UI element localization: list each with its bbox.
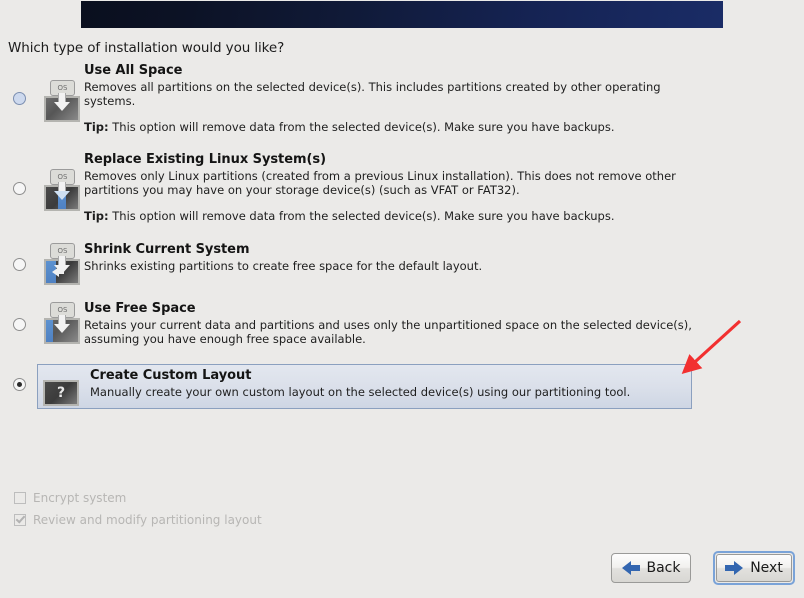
radio-cell[interactable] — [0, 63, 38, 105]
option-title: Shrink Current System — [84, 242, 250, 257]
option-description: Shrinks existing partitions to create fr… — [84, 259, 483, 273]
option-row-use-free-space[interactable]: OS Use Free Space Retains your current d… — [0, 301, 804, 346]
checkbox-row-review-modify-partitioning[interactable]: Review and modify partitioning layout — [14, 513, 262, 527]
page-title: Which type of installation would you lik… — [8, 40, 285, 56]
icon-cell: OS — [38, 243, 84, 285]
back-button-label: Back — [646, 560, 681, 576]
disk-os-free-space-icon: OS — [40, 302, 80, 344]
option-text: Create Custom Layout Manually create you… — [84, 368, 804, 399]
option-tip-text: This option will remove data from the se… — [112, 120, 615, 134]
icon-cell: OS — [38, 302, 84, 344]
checkbox-label-encrypt-system: Encrypt system — [33, 491, 127, 505]
arrow-left-icon — [621, 561, 640, 575]
radio-cell[interactable] — [0, 301, 38, 331]
next-button-inner: Next — [716, 554, 792, 582]
radio-cell[interactable] — [0, 242, 38, 271]
option-row-use-all-space[interactable]: OS Use All Space Removes all partitions … — [0, 63, 804, 134]
option-description: Removes only Linux partitions (created f… — [84, 169, 676, 197]
arrow-right-icon — [725, 561, 744, 575]
disk-os-shrink-icon: OS — [40, 243, 80, 285]
drive-graphic: ? — [43, 380, 79, 406]
radio-replace-existing-linux[interactable] — [12, 182, 26, 195]
option-tip-text: This option will remove data from the se… — [112, 209, 615, 223]
next-button-label: Next — [750, 560, 783, 576]
option-tip-label: Tip: — [84, 209, 109, 223]
option-title: Use All Space — [84, 63, 183, 78]
back-button[interactable]: Back — [611, 553, 691, 583]
option-description: Removes all partitions on the selected d… — [84, 80, 661, 108]
icon-cell: OS — [38, 169, 84, 211]
option-text: Use All Space Removes all partitions on … — [84, 63, 804, 134]
radio-use-free-space[interactable] — [12, 318, 26, 331]
option-row-replace-existing-linux[interactable]: OS Replace Existing Linux System(s) Remo… — [0, 152, 804, 223]
option-description: Retains your current data and partitions… — [84, 318, 692, 346]
radio-use-all-space[interactable] — [12, 92, 26, 105]
disk-os-overwrite-icon: OS — [40, 80, 80, 122]
disk-question-icon: ? — [40, 380, 80, 406]
question-mark-label: ? — [56, 385, 66, 401]
option-text: Shrink Current System Shrinks existing p… — [84, 242, 804, 273]
option-tip: Tip: This option will remove data from t… — [84, 209, 709, 223]
radio-shrink-current-system[interactable] — [12, 258, 26, 271]
disk-os-replace-icon: OS — [40, 169, 80, 211]
option-text: Replace Existing Linux System(s) Removes… — [84, 152, 804, 223]
radio-create-custom-layout[interactable] — [12, 378, 26, 391]
icon-cell: OS — [38, 80, 84, 122]
option-row-create-custom-layout[interactable]: ? Create Custom Layout Manually create y… — [0, 368, 804, 406]
installer-banner — [81, 1, 723, 28]
checkbox-review-modify-partitioning[interactable] — [14, 514, 26, 526]
next-button[interactable]: Next — [713, 551, 795, 585]
banner-area — [0, 0, 804, 29]
radio-cell[interactable] — [0, 368, 38, 391]
option-tip-label: Tip: — [84, 120, 109, 134]
checkbox-row-encrypt-system[interactable]: Encrypt system — [14, 491, 126, 505]
option-tip: Tip: This option will remove data from t… — [84, 120, 709, 134]
checkbox-encrypt-system[interactable] — [14, 492, 26, 504]
option-title: Create Custom Layout — [90, 368, 252, 383]
option-title: Replace Existing Linux System(s) — [84, 152, 326, 167]
option-text: Use Free Space Retains your current data… — [84, 301, 804, 346]
icon-cell: ? — [38, 380, 84, 406]
checkbox-label-review-modify-partitioning: Review and modify partitioning layout — [33, 513, 262, 527]
option-title: Use Free Space — [84, 301, 196, 316]
radio-cell[interactable] — [0, 152, 38, 195]
option-description: Manually create your own custom layout o… — [90, 385, 631, 399]
option-row-shrink-current-system[interactable]: OS Shrink Current System Shrinks existin… — [0, 242, 804, 285]
